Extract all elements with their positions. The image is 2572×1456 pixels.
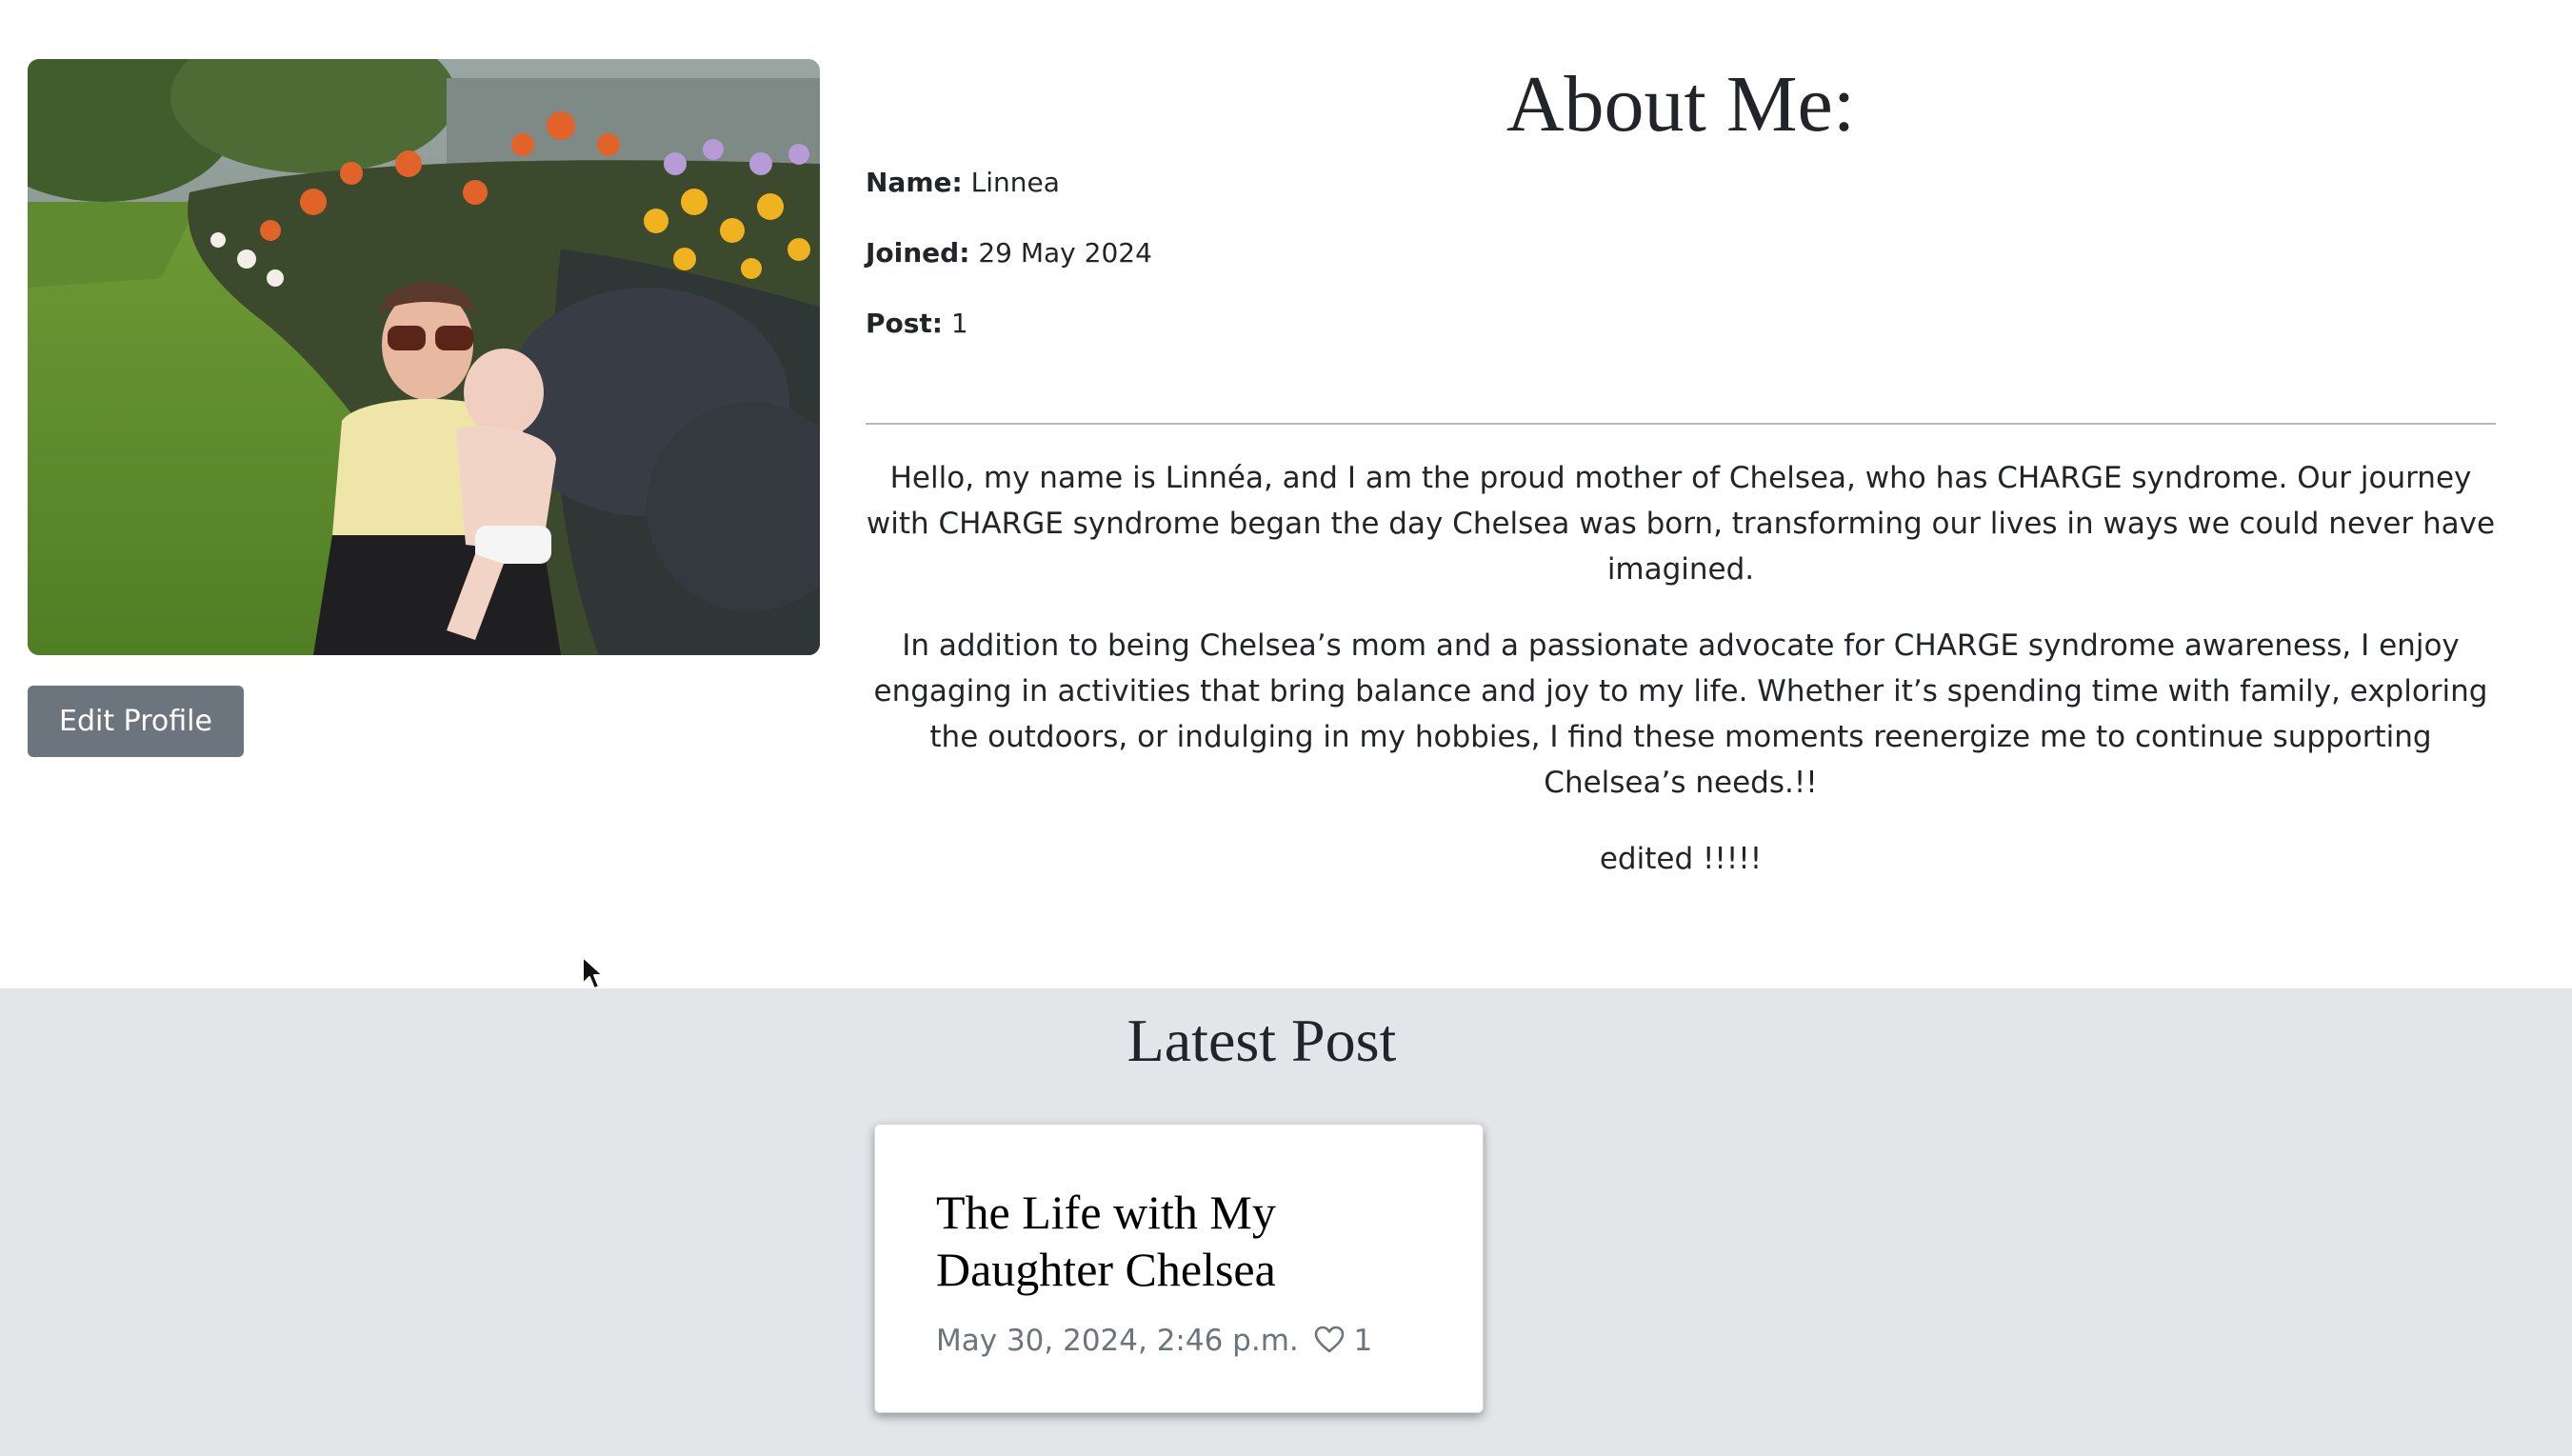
posts-label: Post: [866,308,944,339]
latest-post-heading: Latest Post [1126,1007,1397,1074]
name-label: Name: [866,167,963,198]
info-joined: Joined: 29 May 2024 [866,234,1152,272]
heart-outline-icon[interactable] [1314,1326,1345,1354]
joined-value: 29 May 2024 [978,237,1152,269]
name-value: Linnea [970,167,1060,198]
joined-label: Joined: [866,237,970,269]
post-likes-count: 1 [1353,1324,1373,1358]
profile-section: Edit Profile About Me: Name: Linnea Join… [0,0,2572,989]
posts-value: 1 [950,308,968,339]
post-date: May 30, 2024, 2:46 p.m. [936,1324,1299,1358]
info-posts: Post: 1 [866,305,968,343]
profile-photo [28,59,820,655]
post-meta: May 30, 2024, 2:46 p.m. 1 [936,1320,1372,1362]
post-card[interactable]: The Life with My Daughter Chelsea May 30… [874,1124,1484,1413]
bio: Hello, my name is Linnéa, and I am the p… [866,455,2496,912]
about-panel: About Me: Name: Linnea Joined: 29 May 20… [866,46,2496,876]
bio-paragraph: In addition to being Chelsea’s mom and a… [873,628,2488,800]
mouse-cursor-icon [582,956,604,989]
latest-post-section: Latest Post The Life with My Daughter Ch… [0,988,2572,1456]
bio-paragraph: edited !!!!! [1599,842,1763,876]
post-title[interactable]: The Life with My Daughter Chelsea [936,1184,1431,1298]
bio-paragraph: Hello, my name is Linnéa, and I am the p… [866,461,2496,587]
info-name: Name: Linnea [866,164,1060,202]
about-title: About Me: [1505,60,1856,149]
divider [866,423,2496,425]
edit-profile-button[interactable]: Edit Profile [28,686,244,757]
